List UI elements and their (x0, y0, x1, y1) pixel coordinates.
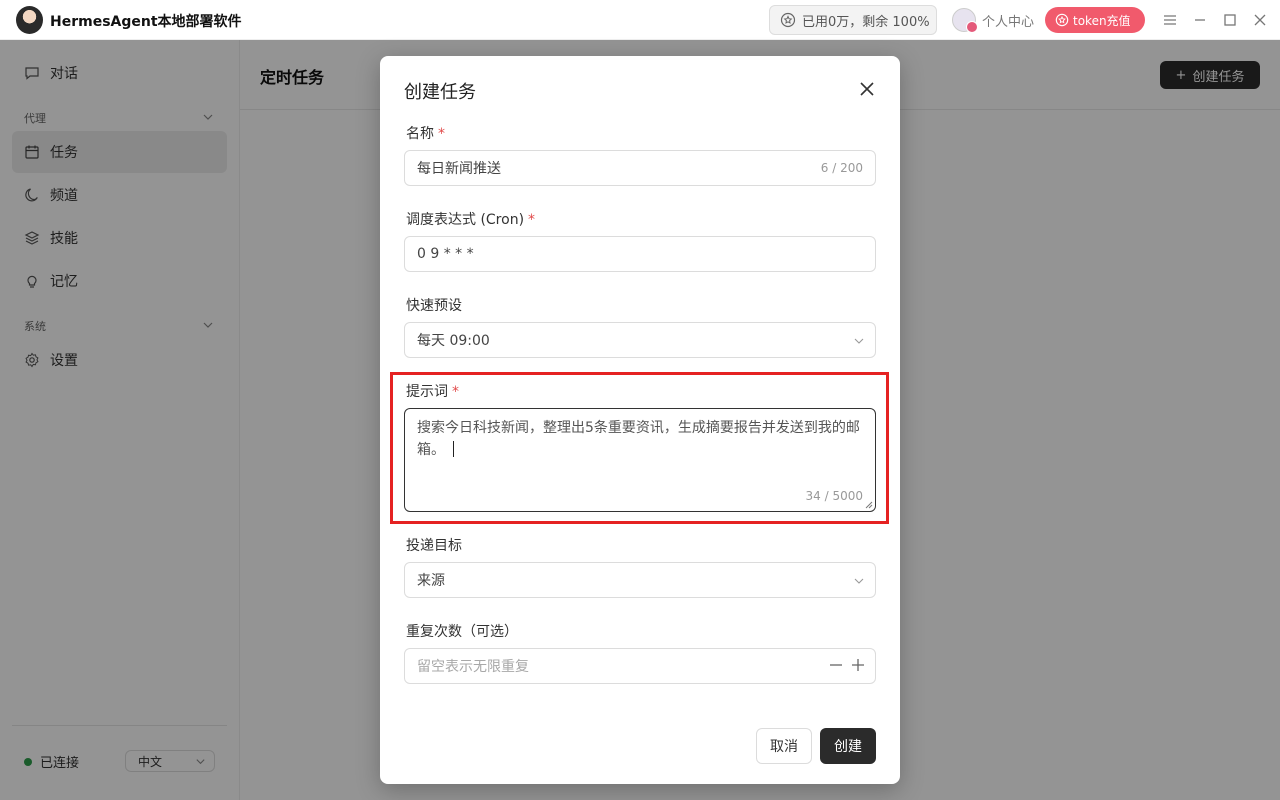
star-badge-icon (1055, 13, 1069, 27)
close-icon (1254, 14, 1266, 26)
minimize-button[interactable] (1190, 10, 1210, 30)
minimize-icon (1195, 19, 1205, 21)
name-value: 每日新闻推送 (417, 161, 501, 177)
quantity-stepper (829, 658, 865, 672)
plus-icon[interactable] (851, 658, 865, 672)
name-label: 名称 * (406, 123, 445, 143)
label-text: 调度表达式 (Cron) (406, 212, 525, 228)
repeat-count-input[interactable]: 留空表示无限重复 (404, 648, 876, 684)
title-bar: HermesAgent本地部署软件 已用0万，剩余 100% 个人中心 toke… (0, 0, 1280, 40)
name-counter: 6 / 200 (820, 161, 863, 175)
recharge-label: token充值 (1073, 13, 1131, 28)
label-text: 提示词 (406, 384, 448, 400)
prompt-textarea[interactable]: 搜索今日科技新闻，整理出5条重要资讯，生成摘要报告并发送到我的邮箱。 34 / … (404, 408, 876, 512)
repeat-label: 重复次数（可选） (406, 624, 518, 640)
close-icon[interactable] (858, 80, 876, 98)
repeat-placeholder: 留空表示无限重复 (417, 659, 529, 675)
prompt-value: 搜索今日科技新闻，整理出5条重要资讯，生成摘要报告并发送到我的邮箱。 (417, 420, 860, 458)
cron-value: 0 9 * * * (417, 246, 474, 262)
user-avatar[interactable] (952, 8, 978, 33)
dialog-title: 创建任务 (404, 82, 476, 103)
usage-text: 已用0万，剩余 100% (802, 14, 930, 30)
usage-indicator[interactable]: 已用0万，剩余 100% (769, 5, 937, 35)
chevron-down-icon (854, 338, 864, 344)
cron-label: 调度表达式 (Cron) * (406, 209, 535, 229)
required-mark: * (438, 126, 445, 142)
chevron-down-icon (854, 578, 864, 584)
preset-value: 每天 09:00 (417, 333, 490, 349)
delivery-select[interactable]: 来源 (404, 562, 876, 598)
delivery-label: 投递目标 (406, 538, 462, 554)
app-title: HermesAgent本地部署软件 (50, 14, 242, 30)
resize-handle-icon[interactable] (865, 501, 873, 509)
token-recharge-button[interactable]: token充值 (1045, 7, 1145, 33)
prompt-label: 提示词 * (406, 381, 459, 401)
maximize-icon (1224, 14, 1236, 26)
name-input[interactable]: 每日新闻推送 6 / 200 (404, 150, 876, 186)
delivery-value: 来源 (417, 573, 445, 589)
required-mark: * (528, 212, 536, 228)
text-caret (453, 441, 454, 457)
hamburger-icon (1164, 15, 1176, 25)
label-text: 名称 (406, 126, 434, 142)
create-button[interactable]: 创建 (820, 728, 876, 764)
minus-icon[interactable] (829, 658, 843, 672)
required-mark: * (452, 384, 459, 400)
app-logo (16, 6, 43, 34)
cron-input[interactable]: 0 9 * * * (404, 236, 876, 272)
preset-select[interactable]: 每天 09:00 (404, 322, 876, 358)
profile-center-link[interactable]: 个人中心 (982, 11, 1034, 30)
maximize-button[interactable] (1220, 10, 1240, 30)
star-badge-icon (780, 12, 796, 28)
close-window-button[interactable] (1250, 10, 1270, 30)
menu-button[interactable] (1160, 10, 1180, 30)
prompt-counter: 34 / 5000 (805, 489, 863, 503)
cancel-button[interactable]: 取消 (756, 728, 812, 764)
create-task-dialog: 创建任务 名称 * 每日新闻推送 6 / 200 调度表达式 (Cron) * 0 … (380, 56, 900, 784)
preset-label: 快速预设 (406, 298, 462, 314)
